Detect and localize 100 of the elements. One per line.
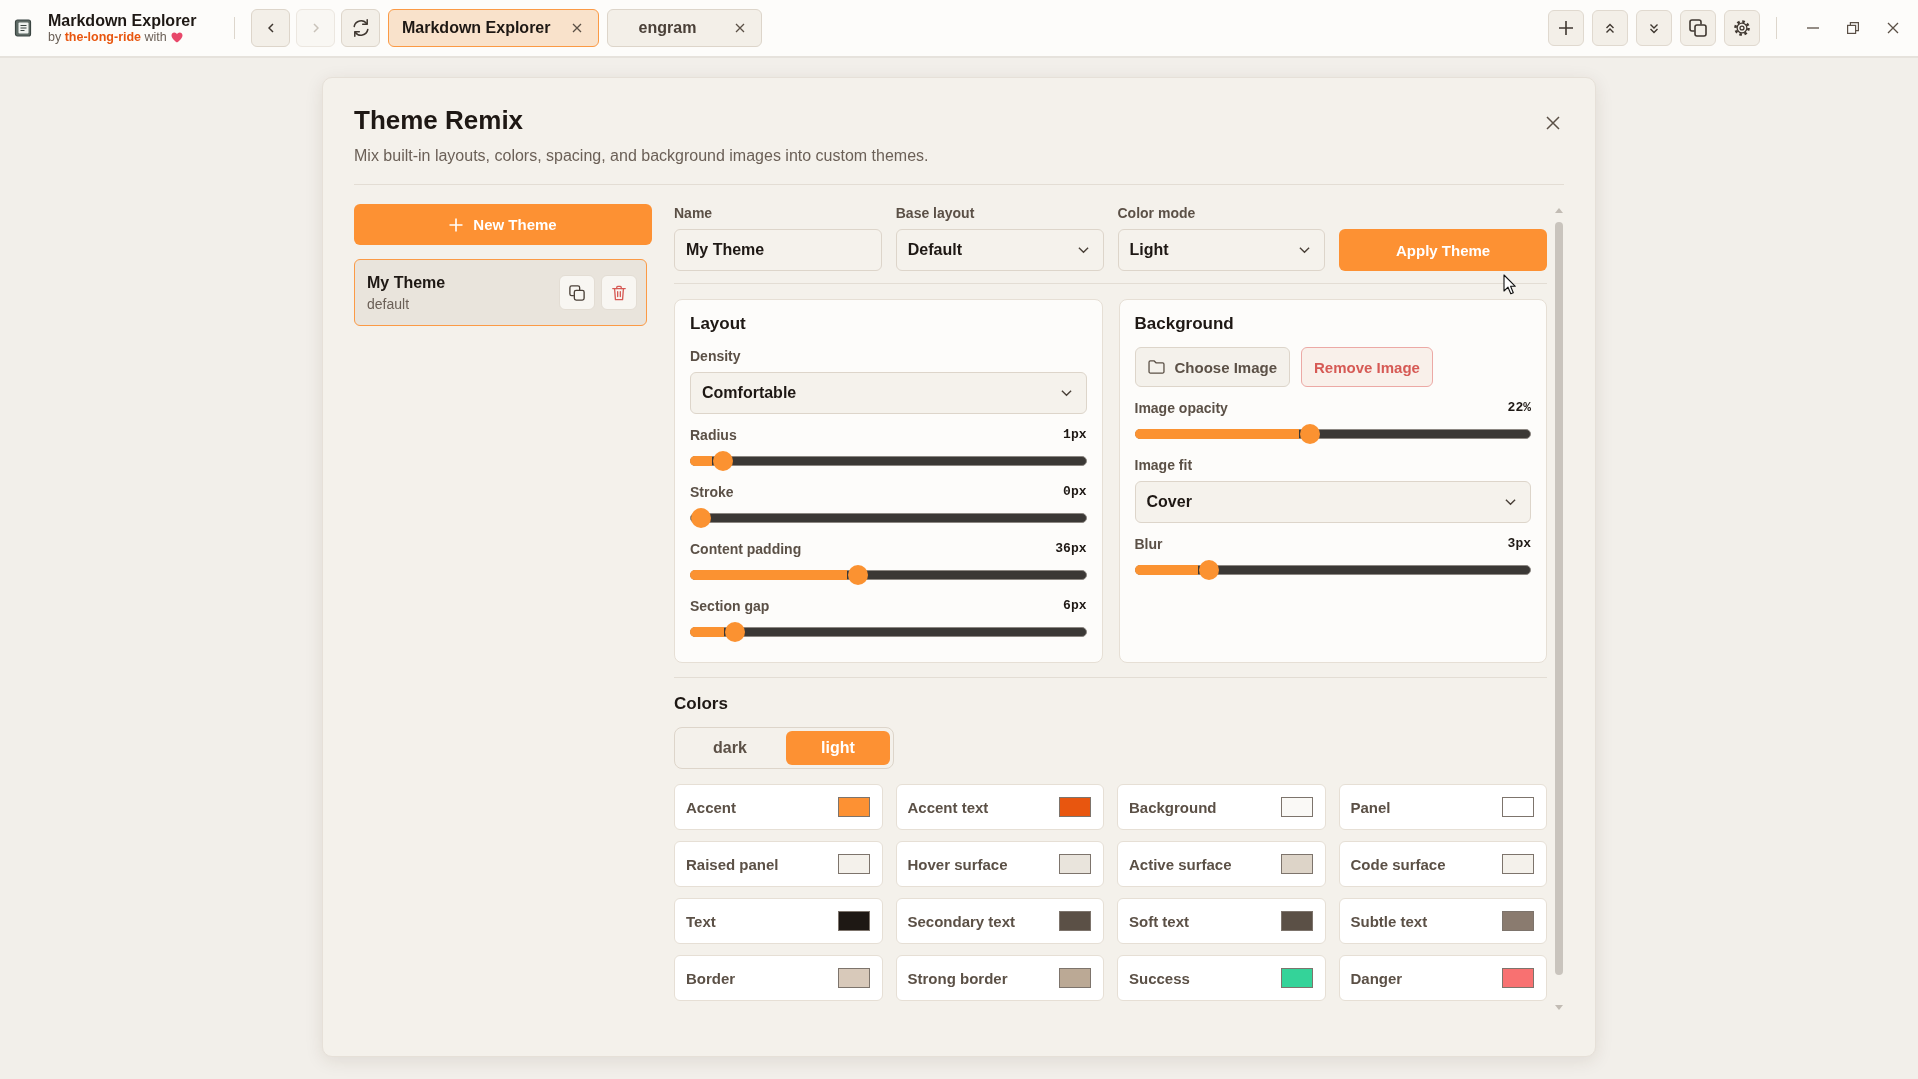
delete-button[interactable] — [601, 275, 637, 310]
color-setting[interactable]: Hover surface — [895, 841, 1104, 887]
slider-value: 1px — [1063, 426, 1087, 444]
collapse-button[interactable] — [1592, 10, 1628, 46]
expand-button[interactable] — [1636, 10, 1672, 46]
dropdown[interactable]: Cover — [1134, 481, 1531, 523]
close-icon — [1546, 116, 1560, 130]
dialog-title: Theme Remix — [354, 104, 525, 136]
color-swatch-icon[interactable] — [1059, 968, 1091, 988]
color-setting[interactable]: Background — [1117, 784, 1326, 830]
mouse-cursor-icon — [1503, 274, 1516, 295]
chevron-down-icon — [1060, 389, 1072, 397]
color-setting[interactable]: Danger — [1338, 955, 1547, 1001]
color-swatch-icon[interactable] — [837, 911, 870, 931]
color-label: Code surface — [1350, 855, 1446, 873]
field-label: Image fit — [1134, 456, 1194, 474]
color-swatch-icon[interactable] — [1280, 854, 1313, 874]
color-swatch-icon[interactable] — [1502, 968, 1534, 988]
color-setting[interactable]: Soft text — [1117, 898, 1326, 944]
color-setting[interactable]: Accent — [674, 784, 883, 830]
tab[interactable]: Markdown Explorer — [388, 9, 600, 47]
slider-thumb[interactable] — [1199, 560, 1220, 580]
trash-icon — [611, 284, 627, 301]
panel-title: Layout — [690, 313, 747, 335]
theme-list-item[interactable]: My Theme default — [354, 259, 647, 326]
dropdown[interactable]: Comfortable — [690, 372, 1087, 414]
color-label: Active surface — [1129, 855, 1232, 873]
settings-icon — [1733, 19, 1751, 37]
color-swatch-icon[interactable] — [1059, 854, 1091, 874]
color-label: Secondary text — [907, 912, 1016, 930]
plus-icon — [449, 217, 464, 232]
slider-thumb[interactable] — [691, 508, 711, 528]
color-setting[interactable]: Text — [674, 898, 883, 944]
text-input[interactable]: My Theme — [674, 229, 882, 271]
double-chevron-up-icon — [1605, 22, 1615, 34]
color-label: Hover surface — [907, 855, 1008, 873]
color-setting[interactable]: Border — [674, 955, 883, 1001]
chevron-down-icon — [1299, 246, 1311, 254]
notebook-icon — [14, 19, 32, 37]
color-swatch-icon[interactable] — [1059, 797, 1091, 817]
slider-thumb[interactable] — [713, 451, 734, 471]
dropdown[interactable]: Light — [1117, 229, 1326, 271]
slider-label: Stroke — [690, 483, 734, 501]
copy-button[interactable] — [1680, 10, 1716, 46]
field-label: Density — [690, 347, 742, 365]
slider-label: Content padding — [690, 540, 802, 558]
app-title: Markdown Explorer — [48, 11, 197, 30]
color-setting[interactable]: Raised panel — [674, 841, 883, 887]
color-swatch-icon[interactable] — [1502, 911, 1534, 931]
close-icon[interactable] — [735, 23, 746, 33]
color-swatch-icon[interactable] — [837, 854, 870, 874]
color-label: Danger — [1350, 969, 1403, 987]
slider-value: 22% — [1507, 399, 1531, 417]
settings-button[interactable] — [1724, 10, 1760, 46]
color-label: Raised panel — [686, 855, 779, 873]
plus-icon — [1558, 20, 1574, 36]
restore-icon — [1847, 22, 1859, 34]
double-chevron-down-icon — [1649, 22, 1659, 34]
close-icon — [1887, 22, 1899, 34]
color-swatch-icon[interactable] — [837, 968, 870, 988]
dropdown[interactable]: Default — [895, 229, 1104, 271]
color-label: Text — [686, 912, 716, 930]
color-swatch-icon[interactable] — [1502, 854, 1534, 874]
color-setting[interactable]: Secondary text — [895, 898, 1104, 944]
color-setting[interactable]: Success — [1117, 955, 1326, 1001]
color-swatch-icon[interactable] — [837, 797, 870, 817]
color-setting[interactable]: Panel — [1338, 784, 1547, 830]
color-label: Soft text — [1129, 912, 1189, 930]
choose-image-button[interactable]: Choose Image — [1134, 347, 1291, 387]
color-swatch-icon[interactable] — [1280, 968, 1313, 988]
refresh-icon — [350, 18, 371, 38]
slider-thumb[interactable] — [1300, 424, 1321, 444]
chevron-down-icon — [1077, 246, 1089, 254]
tab[interactable]: engram — [607, 9, 763, 47]
byline: by the-long-ride with — [48, 30, 167, 45]
color-swatch-icon[interactable] — [1059, 911, 1091, 931]
section-title: Colors — [674, 693, 729, 715]
chevron-right-icon — [312, 23, 319, 33]
dialog-subtitle: Mix built-in layouts, colors, spacing, and background images into custom themes. — [354, 146, 929, 166]
add-button[interactable] — [1548, 10, 1584, 46]
refresh-button[interactable] — [341, 9, 380, 47]
color-swatch-icon[interactable] — [1280, 797, 1313, 817]
color-setting[interactable]: Accent text — [895, 784, 1104, 830]
copy-icon — [569, 284, 585, 301]
color-label: Accent text — [907, 798, 989, 816]
color-swatch-icon[interactable] — [1280, 911, 1313, 931]
color-setting[interactable]: Strong border — [895, 955, 1104, 1001]
color-setting[interactable]: Active surface — [1117, 841, 1326, 887]
mode-option[interactable]: dark — [678, 731, 782, 765]
slider-thumb[interactable] — [848, 565, 869, 585]
close-icon[interactable] — [572, 23, 583, 33]
color-swatch-icon[interactable] — [1502, 797, 1534, 817]
slider-thumb[interactable] — [724, 622, 745, 642]
slider-value: 36px — [1055, 540, 1087, 558]
slider-value: 0px — [1063, 483, 1087, 501]
heart-icon — [170, 32, 183, 43]
duplicate-button[interactable] — [559, 275, 595, 310]
color-setting[interactable]: Subtle text — [1338, 898, 1547, 944]
scrollbar-thumb[interactable] — [1554, 222, 1563, 975]
color-setting[interactable]: Code surface — [1338, 841, 1547, 887]
